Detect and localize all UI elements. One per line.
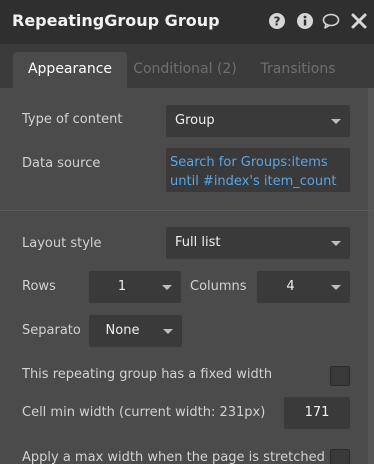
max-width-label: Apply a max width when the page is stret… bbox=[22, 450, 325, 464]
window-title: RepeatingGroup Group bbox=[12, 11, 220, 30]
layout-style-value: Full list bbox=[175, 235, 221, 250]
tab-appearance[interactable]: Appearance bbox=[13, 52, 127, 88]
cell-min-width-input[interactable]: 171 bbox=[284, 397, 350, 429]
layout-style-label: Layout style bbox=[22, 236, 102, 251]
columns-label: Columns bbox=[190, 279, 247, 294]
separator-value: None bbox=[105, 323, 140, 338]
fixed-width-label: This repeating group has a fixed width bbox=[22, 367, 273, 382]
close-icon[interactable] bbox=[350, 12, 368, 30]
rows-label: Rows bbox=[22, 279, 56, 294]
svg-text:?: ? bbox=[274, 15, 281, 29]
chevron-down-icon bbox=[331, 119, 341, 124]
scrollbar[interactable] bbox=[368, 88, 374, 464]
chevron-down-icon bbox=[162, 285, 172, 290]
type-of-content-value: Group bbox=[175, 113, 215, 128]
data-source-label: Data source bbox=[22, 156, 101, 171]
tab-bar: Appearance Conditional (2) Transitions bbox=[0, 44, 374, 88]
type-of-content-label: Type of content bbox=[22, 112, 123, 127]
type-of-content-dropdown[interactable]: Group bbox=[166, 105, 350, 137]
comment-icon[interactable] bbox=[322, 12, 340, 30]
chevron-down-icon bbox=[163, 329, 173, 334]
chevron-down-icon bbox=[331, 285, 341, 290]
title-bar: RepeatingGroup Group ? bbox=[0, 0, 374, 44]
cell-min-width-label: Cell min width (current width: 231px) bbox=[22, 405, 266, 420]
help-icon[interactable]: ? bbox=[268, 12, 286, 30]
info-icon[interactable] bbox=[296, 12, 314, 30]
columns-dropdown[interactable]: 4 bbox=[257, 271, 350, 303]
data-source-line-1: Search for Groups:items bbox=[170, 155, 328, 170]
separator-label: Separato bbox=[22, 323, 81, 338]
rows-dropdown[interactable]: 1 bbox=[89, 271, 181, 303]
data-source-expression[interactable]: Search for Groups:items until #index's i… bbox=[166, 148, 350, 192]
layout-style-dropdown[interactable]: Full list bbox=[166, 227, 350, 259]
columns-value: 4 bbox=[286, 279, 295, 294]
separator-dropdown[interactable]: None bbox=[89, 315, 182, 347]
fixed-width-checkbox[interactable] bbox=[330, 366, 350, 386]
tab-transitions[interactable]: Transitions bbox=[248, 52, 348, 88]
max-width-checkbox[interactable] bbox=[330, 449, 350, 464]
chevron-down-icon bbox=[331, 241, 341, 246]
section-divider bbox=[0, 210, 374, 211]
tab-conditional[interactable]: Conditional (2) bbox=[130, 52, 240, 88]
rows-value: 1 bbox=[117, 279, 127, 294]
data-source-line-2: until #index's item_count bbox=[170, 174, 337, 189]
